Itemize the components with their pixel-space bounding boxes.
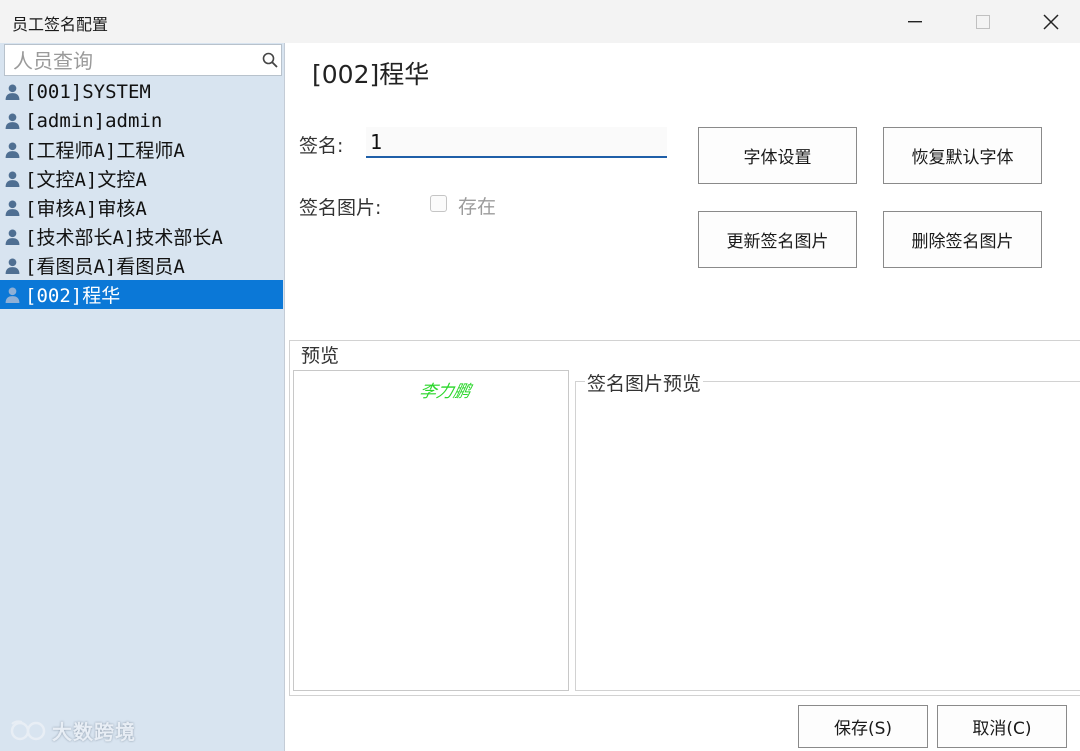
user-list-item-label: [admin]admin	[25, 109, 163, 132]
user-icon	[5, 287, 20, 303]
signature-text-preview: 李力鹏	[293, 370, 569, 691]
minimize-icon	[908, 20, 922, 22]
user-list-item-label: [002]程华	[25, 285, 121, 307]
font-settings-button[interactable]: 字体设置	[698, 127, 857, 184]
minimize-button[interactable]	[880, 0, 950, 43]
title-bar: 员工签名配置	[0, 0, 1080, 43]
exists-checkbox[interactable]	[430, 195, 447, 212]
user-list-item[interactable]: [admin]admin	[0, 106, 283, 135]
watermark-logo-icon	[10, 719, 46, 740]
user-list-item[interactable]: [审核A]审核A	[0, 193, 283, 222]
user-list-item[interactable]: [001]SYSTEM	[0, 77, 283, 106]
user-icon	[5, 229, 20, 245]
user-list-item-label: [文控A]文控A	[25, 169, 147, 191]
signature-image-label: 签名图片:	[299, 197, 382, 219]
search-input[interactable]	[11, 48, 260, 74]
user-list-item[interactable]: [看图员A]看图员A	[0, 251, 283, 280]
user-panel: [001]SYSTEM [admin]admin [工程师A]工程师A [文控A]文控…	[0, 43, 285, 751]
user-icon	[5, 84, 20, 100]
update-image-button[interactable]: 更新签名图片	[698, 211, 857, 268]
maximize-icon	[976, 14, 990, 29]
user-icon	[5, 113, 20, 129]
user-list-item[interactable]: [文控A]文控A	[0, 164, 283, 193]
close-icon	[1043, 13, 1059, 30]
search-box	[4, 44, 282, 76]
signature-field[interactable]	[366, 127, 667, 158]
delete-image-button[interactable]: 删除签名图片	[883, 211, 1042, 268]
close-button[interactable]	[1016, 0, 1080, 43]
user-list-item[interactable]: [002]程华	[0, 280, 283, 309]
maximize-button[interactable]	[948, 0, 1018, 43]
user-icon	[5, 171, 20, 187]
user-list-item[interactable]: [技术部长A]技术部长A	[0, 222, 283, 251]
watermark-text: 大数跨境	[52, 720, 136, 744]
window-title: 员工签名配置	[12, 15, 109, 34]
restore-default-font-button[interactable]: 恢复默认字体	[883, 127, 1042, 184]
user-list-item-label: [001]SYSTEM	[25, 80, 151, 103]
signature-preview-text: 李力鹏	[417, 382, 473, 402]
exists-label: 存在	[458, 196, 497, 218]
save-button[interactable]: 保存(S)	[798, 705, 928, 748]
image-preview-legend: 签名图片预览	[585, 369, 704, 396]
search-icon[interactable]	[262, 52, 278, 68]
signature-image-preview	[575, 381, 1080, 691]
user-icon	[5, 142, 20, 158]
user-icon	[5, 258, 20, 274]
user-icon	[5, 200, 20, 216]
user-list-item-label: [工程师A]工程师A	[25, 140, 185, 162]
cancel-button[interactable]: 取消(C)	[937, 705, 1067, 748]
watermark: 大数跨境	[8, 716, 136, 745]
user-list-item-label: [审核A]审核A	[25, 198, 147, 220]
page-title: [002]程华	[312, 60, 430, 89]
user-list: [001]SYSTEM [admin]admin [工程师A]工程师A [文控A]文控…	[0, 77, 283, 309]
preview-legend: 预览	[299, 341, 342, 368]
user-list-item-label: [技术部长A]技术部长A	[25, 227, 223, 249]
signature-label: 签名:	[299, 135, 344, 157]
user-list-item[interactable]: [工程师A]工程师A	[0, 135, 283, 164]
user-list-item-label: [看图员A]看图员A	[25, 256, 185, 278]
